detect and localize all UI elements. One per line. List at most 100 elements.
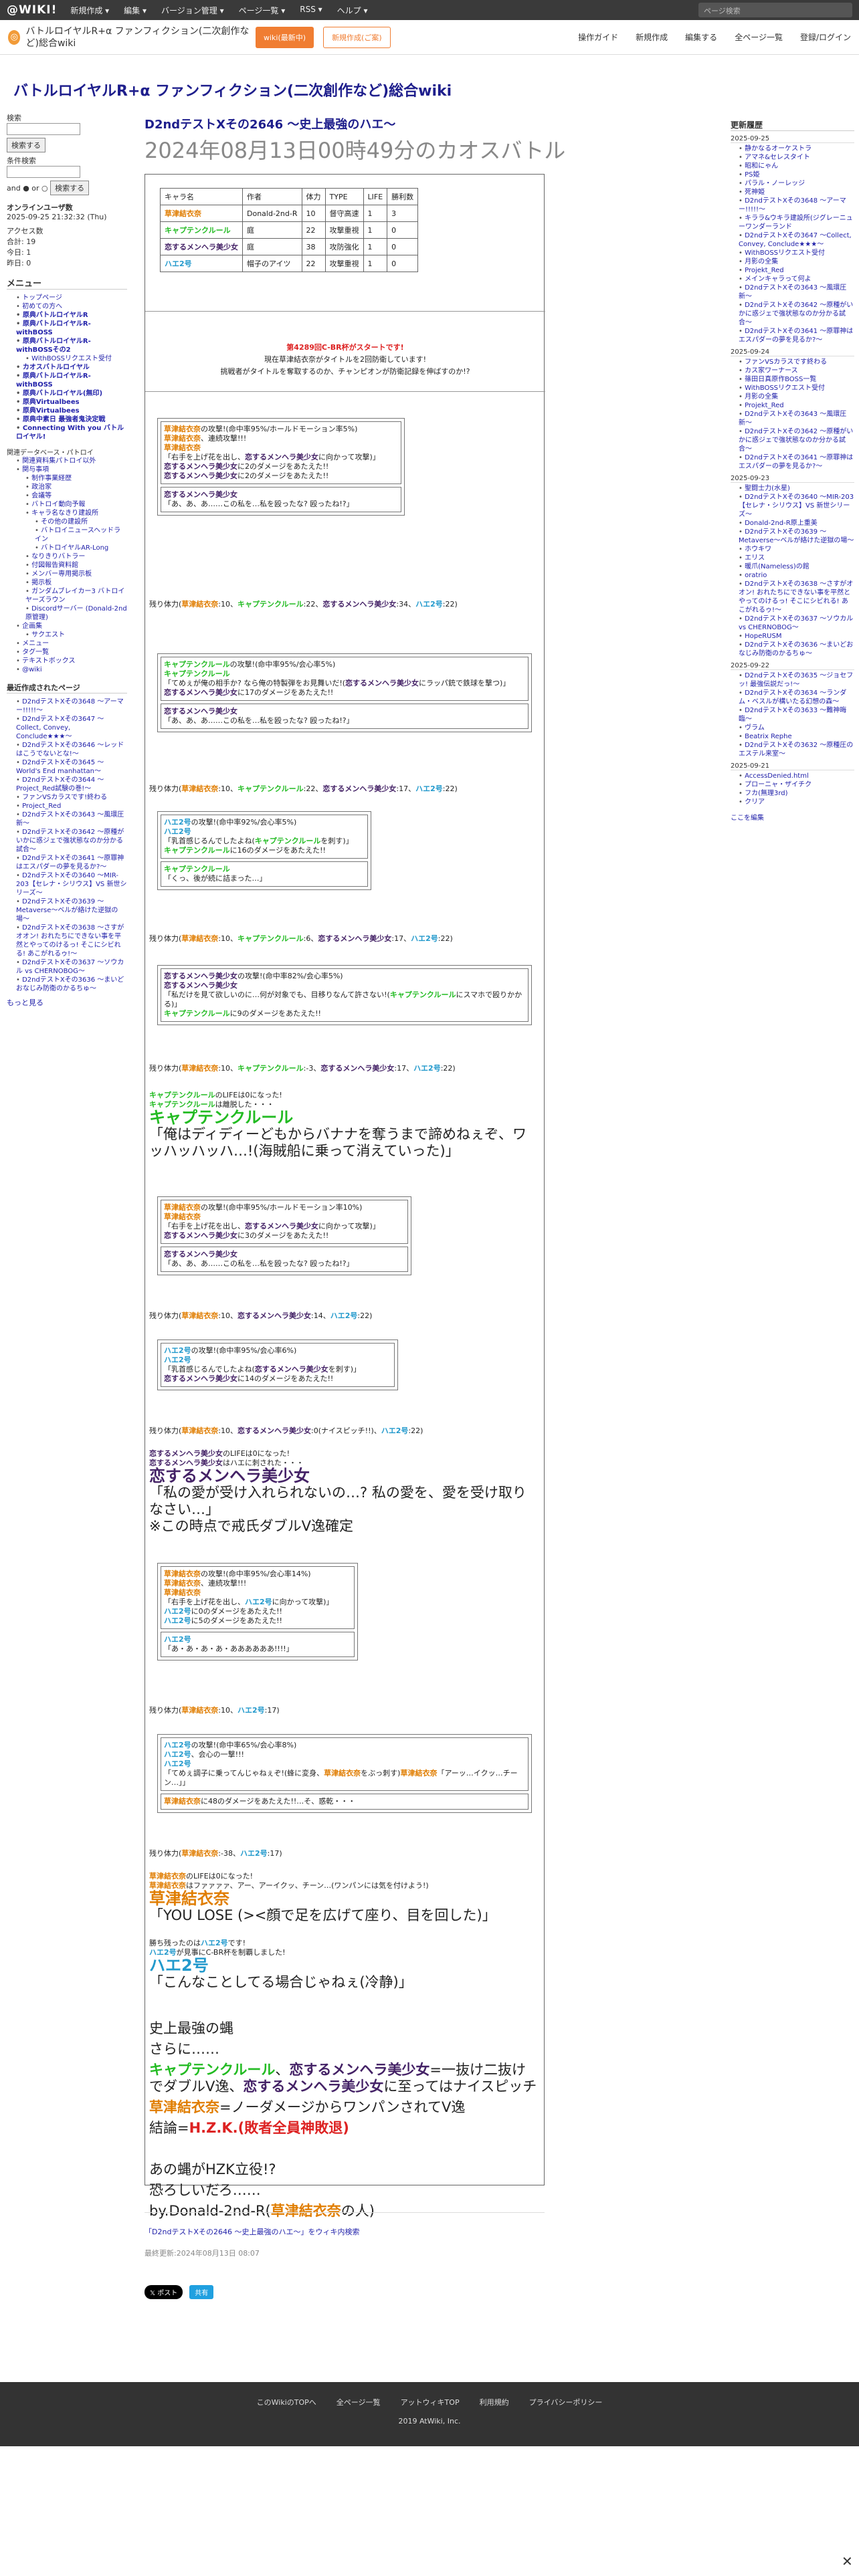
guide-link[interactable]: 操作ガイド [578, 31, 618, 43]
menu-edit[interactable]: 編集 ▾ [124, 5, 147, 16]
sidebar-search-button[interactable]: 検索する [7, 138, 45, 152]
sidebar-link[interactable]: Connecting With you バトルロイヤル! [16, 424, 127, 441]
footer-terms-link[interactable]: 利用規約 [480, 2397, 509, 2407]
edit-link[interactable]: 編集する [685, 31, 717, 43]
history-item[interactable]: エリス [739, 554, 854, 562]
history-item[interactable]: カス家ワーナース [739, 366, 854, 375]
atwiki-logo[interactable]: @WIKI! [7, 3, 57, 17]
sidebar-link[interactable]: 原典バトルロイヤルR [16, 311, 127, 320]
sidebar-link[interactable]: D2ndテストXその3641 〜原罪神はエスパダーの夢を見るか?〜 [16, 854, 127, 871]
history-item[interactable]: 暖爪(Nameless)の館 [739, 562, 854, 571]
sidebar-link[interactable]: 原典バトルロイヤルR-withBOSS [16, 320, 127, 337]
sidebar-link[interactable]: 政治家 [25, 483, 127, 492]
sidebar-link[interactable]: バトロイヤルAR-Long [35, 544, 127, 552]
history-item[interactable]: D2ndテストXその3640 〜MIR-203【セレナ・シリウス】VS 新世シリ… [739, 493, 854, 519]
history-item[interactable]: D2ndテストXその3642 〜原種がいかに惑ジェで強状態なのか分かる試合〜 [739, 301, 854, 327]
wiki-title[interactable]: バトルロイヤルR+α ファンフィクション(二次創作など)総合wiki [13, 79, 452, 100]
history-item[interactable]: 昭和にゃん [739, 162, 854, 171]
history-item[interactable]: 月影の全集 [739, 257, 854, 266]
sidebar-link[interactable]: 制作事業経歴 [25, 474, 127, 483]
sidebar-link[interactable]: 原典Virtualbees [16, 407, 127, 415]
sidebar-link[interactable]: D2ndテストXその3644 〜Project_Red試験の巻!〜 [16, 776, 127, 793]
wiki-search-link[interactable]: 「D2ndテストXその2646 〜史上最強のハエ〜」をウィキ内検索 [145, 2226, 545, 2237]
menu-help[interactable]: ヘルプ ▾ [337, 5, 368, 16]
sidebar-link[interactable]: D2ndテストXその3643 〜風環圧新〜 [16, 811, 127, 828]
history-item[interactable]: PS姫 [739, 171, 854, 179]
history-item[interactable]: ヴラム [739, 724, 854, 732]
history-item[interactable]: AccessDenied.html [739, 772, 854, 780]
history-item[interactable]: D2ndテストXその3641 〜原罪神はエスパダーの夢を見るか?〜 [739, 327, 854, 344]
history-item[interactable]: 篠田日真原作BOSS一覧 [739, 375, 854, 384]
edit-here-link[interactable]: ここを編集 [731, 812, 854, 822]
history-item[interactable]: D2ndテストXその3636 〜まいどおなじみ防衛のかるちゅ〜 [739, 641, 854, 658]
sidebar-link[interactable]: なりきりバトラー [25, 552, 127, 561]
history-item[interactable]: キララ&ウキラ建設所(ジグレーニューワンダーランド [739, 214, 854, 231]
sidebar-link[interactable]: 付図報告資料館 [25, 561, 127, 570]
menu-rss[interactable]: RSS ▾ [300, 5, 322, 16]
and-or-radio[interactable]: and ● or ○ [7, 184, 48, 193]
footer-top-link[interactable]: このWikiのTOPへ [257, 2397, 316, 2407]
sidebar-link[interactable]: ガンダムブレイカー3 バトロイヤーズラウン [25, 587, 127, 605]
page-search-input[interactable]: ページ検索 [698, 3, 852, 17]
more-link[interactable]: もっと見る [7, 997, 127, 1008]
sidebar-link[interactable]: 初めての方へ [16, 302, 127, 311]
sidebar-link[interactable]: 原典中素日 最強者鬼決定戦 [16, 415, 127, 424]
sidebar-link[interactable]: 原典バトルロイヤルR-withBOSSその2 [16, 337, 127, 354]
sidebar-link[interactable]: D2ndテストXその3637 〜ソウカル vs CHERNOBOG〜 [16, 958, 127, 976]
sidebar-link[interactable]: メニュー [16, 639, 127, 648]
sidebar-link[interactable]: サクエスト [25, 631, 127, 639]
sidebar-link[interactable]: その他の建設所 [35, 518, 127, 526]
sidebar-link[interactable]: WithBOSSリクエスト受付 [25, 354, 127, 363]
footer-pages-link[interactable]: 全ページ一覧 [337, 2397, 381, 2407]
sidebar-link[interactable]: 掲示板 [25, 578, 127, 587]
sidebar-link[interactable]: 原典バトルロイヤルR-withBOSS [16, 372, 127, 389]
history-item[interactable]: HopeRUSM [739, 632, 854, 641]
sidebar-link[interactable]: キャラ名なきり建設所 [25, 509, 127, 518]
sidebar-link[interactable]: D2ndテストXその3645 〜World's End manhattan〜 [16, 758, 127, 776]
sidebar-link[interactable]: D2ndテストXその3638 〜さすがオオン! おれたちにできない事を平然とやっ… [16, 924, 127, 958]
sidebar-link[interactable]: バトロイ動向予報 [25, 500, 127, 509]
x-post-button[interactable]: 𝕏 ポスト [145, 2285, 183, 2299]
history-item[interactable]: WithBOSSリクエスト受付 [739, 384, 854, 393]
tree-heading[interactable]: 関連データベース・パトロイ [7, 447, 127, 457]
sidebar-link[interactable]: Discordサーバー (Donald-2nd原管理) [25, 605, 127, 622]
history-item[interactable]: D2ndテストXその3638 〜さすがオオン! おれたちにできない事を平然とやっ… [739, 580, 854, 615]
history-item[interactable]: クリア [739, 798, 854, 807]
sidebar-link[interactable]: Project_Red [16, 802, 127, 811]
wiki-name[interactable]: ◎ バトルロイヤルR+α ファンフィクション(二次創作など)総合wiki [8, 25, 256, 49]
history-item[interactable]: ホウキワ [739, 545, 854, 554]
footer-atwiki-link[interactable]: アットウィキTOP [401, 2397, 460, 2407]
sidebar-sub-search-input[interactable] [7, 166, 80, 178]
sidebar-link[interactable]: @wiki [16, 665, 127, 674]
wiki-latest-button[interactable]: wiki(最新中) [256, 26, 314, 48]
sidebar-search-input[interactable] [7, 123, 80, 135]
history-item[interactable]: パラル・ノーレッジ [739, 179, 854, 188]
history-item[interactable]: ファンVSカラスです終わる [739, 358, 854, 366]
history-item[interactable]: WithBOSSリクエスト受付 [739, 249, 854, 257]
history-item[interactable]: 静かなるオーケストラ [739, 144, 854, 153]
sidebar-link[interactable]: メンバー専用掲示板 [25, 570, 127, 578]
sidebar-link[interactable]: 会議等 [25, 492, 127, 500]
menu-pages[interactable]: ページ一覧 ▾ [239, 5, 286, 16]
sidebar-link[interactable]: バトロイニュースヘッドライン [35, 526, 127, 544]
history-item[interactable]: 月影の全集 [739, 393, 854, 401]
all-pages-link[interactable]: 全ページ一覧 [735, 31, 783, 43]
sidebar-link[interactable]: 原典Virtualbees [16, 398, 127, 407]
sidebar-link[interactable]: 企画集 [16, 622, 127, 631]
history-item[interactable]: D2ndテストXその3632 〜原種圧のエステル来室〜 [739, 741, 854, 758]
history-item[interactable]: D2ndテストXその3642 〜原種がいかに惑ジェで強状態なのか分かる試合〜 [739, 427, 854, 453]
history-item[interactable]: D2ndテストXその3634 〜ランダム・ベスルが構いたる幻想の森〜 [739, 689, 854, 706]
sidebar-link[interactable]: 関与事項 [16, 465, 127, 474]
sidebar-sub-search-button[interactable]: 検索する [50, 181, 90, 195]
history-item[interactable]: フカ(無理3rd) [739, 789, 854, 798]
menu-new[interactable]: 新規作成 ▾ [70, 5, 109, 16]
history-item[interactable]: アマネ&セレスタイト [739, 153, 854, 162]
history-item[interactable]: D2ndテストXその3635 〜ジョセフッ! 最強伝説だっ!〜 [739, 671, 854, 689]
sidebar-link[interactable]: テキストボックス [16, 657, 127, 665]
sidebar-link[interactable]: カオスバトルロイヤル [16, 363, 127, 372]
history-item[interactable]: D2ndテストXその3643 〜風環圧新〜 [739, 410, 854, 427]
login-link[interactable]: 登録/ログイン [800, 31, 851, 43]
history-item[interactable]: D2ndテストXその3637 〜ソウカル vs CHERNOBOG〜 [739, 615, 854, 632]
history-item[interactable]: Donald-2nd-R原上重美 [739, 519, 854, 528]
new-wiki-button[interactable]: 新規作成(ご案) [323, 26, 391, 48]
